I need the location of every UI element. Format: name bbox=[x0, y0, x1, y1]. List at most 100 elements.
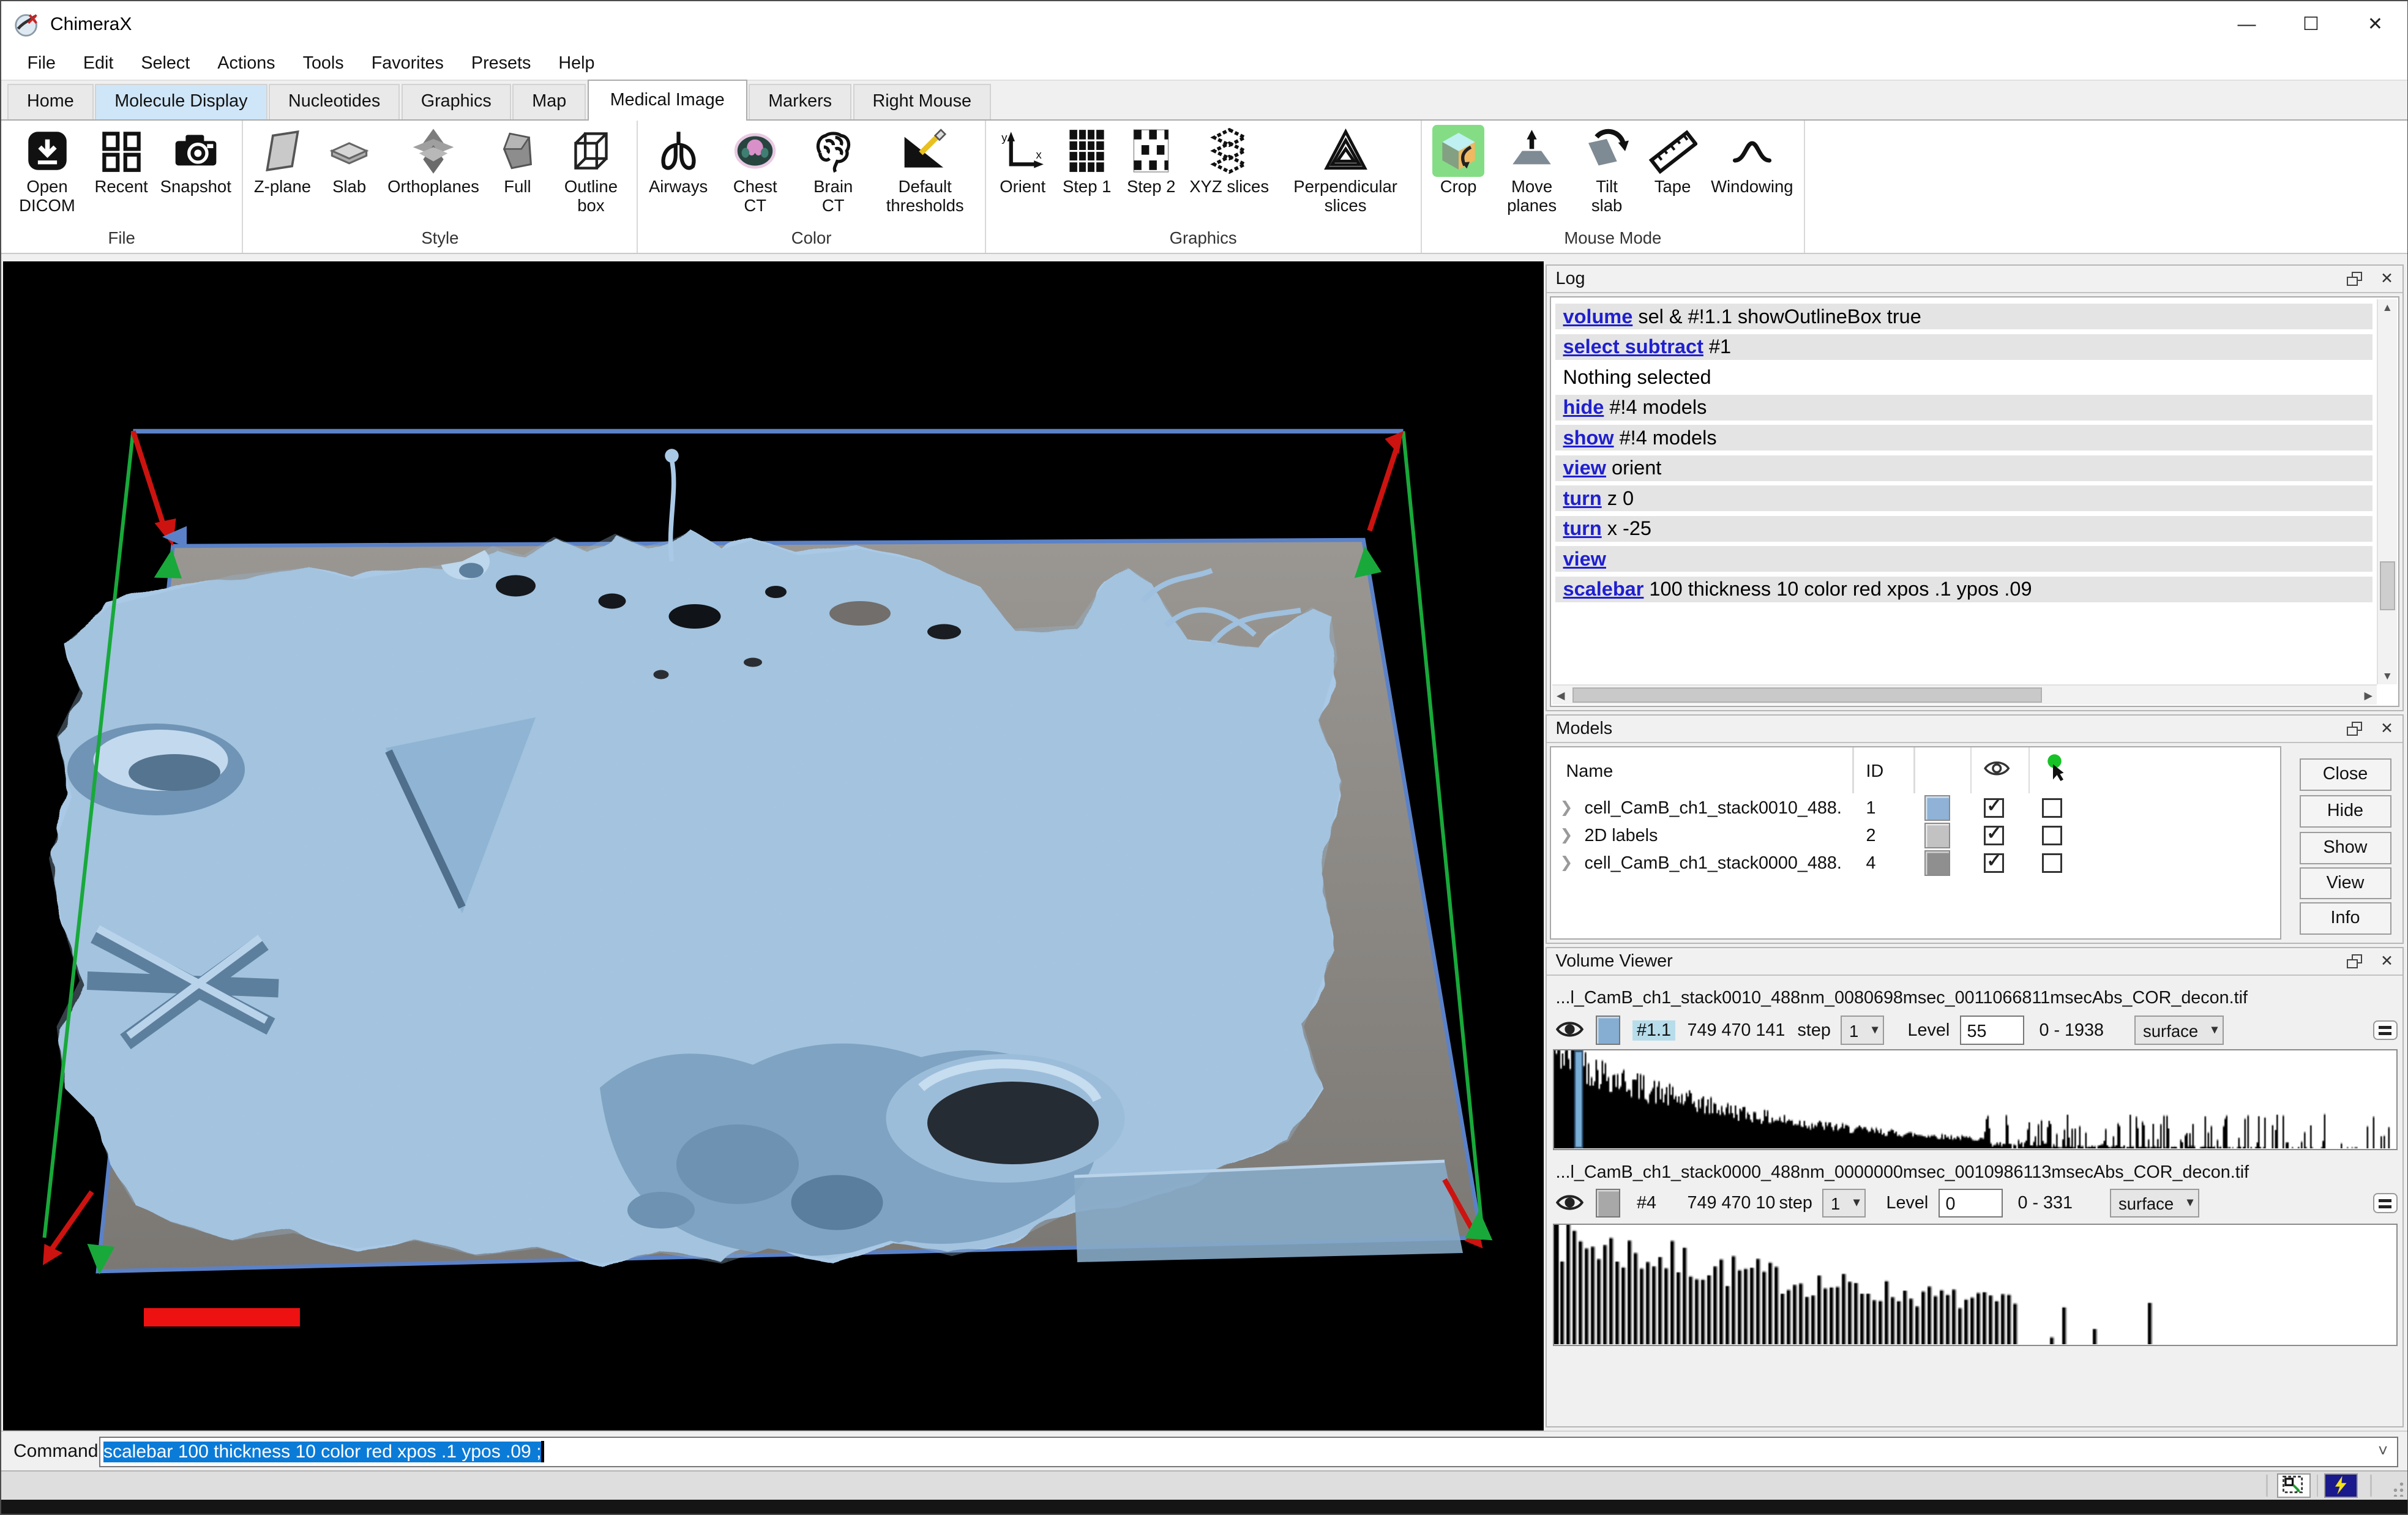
histogram-volume-1[interactable] bbox=[1553, 1049, 2398, 1150]
move-planes-button[interactable]: Move planes bbox=[1492, 124, 1572, 217]
scrollbar-thumb[interactable] bbox=[1572, 687, 2043, 703]
menu-tools[interactable]: Tools bbox=[289, 53, 357, 73]
models-close-button[interactable]: Close bbox=[2300, 758, 2391, 791]
snapshot-button[interactable]: Snapshot bbox=[155, 124, 236, 198]
model-shown-checkbox[interactable] bbox=[1984, 826, 2004, 846]
close-panel-icon[interactable]: ✕ bbox=[2380, 721, 2393, 736]
close-panel-icon[interactable]: ✕ bbox=[2380, 271, 2393, 286]
models-info-button[interactable]: Info bbox=[2300, 902, 2391, 935]
z-plane-button[interactable]: Z-plane bbox=[249, 124, 315, 198]
float-panel-icon[interactable] bbox=[2347, 722, 2362, 736]
outline-box-button[interactable]: Outline box bbox=[551, 124, 630, 217]
log-panel-titlebar[interactable]: Log ✕ bbox=[1547, 266, 2403, 293]
log-command-link[interactable]: turn bbox=[1563, 517, 1602, 539]
airways-button[interactable]: Airways bbox=[644, 124, 712, 198]
windowing-button[interactable]: Windowing bbox=[1707, 124, 1798, 198]
volume-viewer-titlebar[interactable]: Volume Viewer ✕ bbox=[1547, 948, 2403, 976]
menu-edit[interactable]: Edit bbox=[69, 53, 127, 73]
style-select[interactable]: surface bbox=[2110, 1189, 2200, 1218]
brain-ct-button[interactable]: Brain CT bbox=[798, 124, 869, 217]
command-history-chevron-icon[interactable]: ˅ bbox=[2378, 1441, 2388, 1461]
models-hide-button[interactable]: Hide bbox=[2300, 795, 2391, 828]
model-shown-checkbox[interactable] bbox=[1984, 853, 2004, 873]
model-color-swatch[interactable] bbox=[1924, 850, 1951, 877]
menu-presets[interactable]: Presets bbox=[457, 53, 544, 73]
model-row[interactable]: ❯ cell_CamB_ch1_stack0000_488... 4 bbox=[1551, 850, 2280, 878]
scroll-left-icon[interactable]: ◀ bbox=[1552, 686, 1569, 705]
slab-button[interactable]: Slab bbox=[319, 124, 380, 198]
model-select-checkbox[interactable] bbox=[2042, 826, 2062, 846]
recent-button[interactable]: Recent bbox=[90, 124, 152, 198]
volume-shown-eye-icon[interactable] bbox=[1556, 1019, 1584, 1040]
step-1-button[interactable]: Step 1 bbox=[1056, 124, 1118, 198]
model-select-checkbox[interactable] bbox=[2042, 798, 2062, 818]
tab-graphics[interactable]: Graphics bbox=[402, 84, 511, 119]
log-command-link[interactable]: view bbox=[1563, 457, 1606, 479]
volume-color-swatch[interactable] bbox=[1596, 1016, 1620, 1045]
maximize-button[interactable]: ☐ bbox=[2279, 1, 2343, 47]
model-select-checkbox[interactable] bbox=[2042, 853, 2062, 873]
menu-help[interactable]: Help bbox=[545, 53, 608, 73]
tab-molecule-display[interactable]: Molecule Display bbox=[95, 84, 267, 119]
volume-id-badge[interactable]: #4 bbox=[1632, 1193, 1661, 1213]
log-command-link[interactable]: hide bbox=[1563, 396, 1604, 418]
log-command-link[interactable]: view bbox=[1563, 548, 1606, 570]
model-row[interactable]: ❯ cell_CamB_ch1_stack0010_488... 1 bbox=[1551, 795, 2280, 823]
menu-select[interactable]: Select bbox=[127, 53, 204, 73]
log-command-link[interactable]: turn bbox=[1563, 487, 1602, 509]
close-panel-icon[interactable]: ✕ bbox=[2380, 954, 2393, 969]
step-select[interactable]: 1 bbox=[1822, 1189, 1866, 1218]
float-panel-icon[interactable] bbox=[2347, 272, 2362, 286]
log-command-link[interactable]: select subtract bbox=[1563, 335, 1703, 357]
volume-row-menu-button[interactable] bbox=[2373, 1193, 2398, 1213]
open-dicom-button[interactable]: Open DICOM bbox=[7, 124, 87, 217]
tape-button[interactable]: Tape bbox=[1642, 124, 1703, 198]
histogram-volume-2[interactable] bbox=[1553, 1224, 2398, 1346]
level-input[interactable]: 0 bbox=[1939, 1189, 2003, 1218]
model-shown-checkbox[interactable] bbox=[1984, 798, 2004, 818]
style-select[interactable]: surface bbox=[2134, 1016, 2224, 1045]
minimize-button[interactable]: — bbox=[2215, 1, 2279, 47]
expand-chevron-icon[interactable]: ❯ bbox=[1560, 853, 1573, 872]
expand-chevron-icon[interactable]: ❯ bbox=[1560, 826, 1573, 844]
fast-rendering-button[interactable] bbox=[2324, 1473, 2358, 1498]
log-vertical-scrollbar[interactable]: ▲ ▼ bbox=[2377, 299, 2397, 685]
perpendicular-slices-button[interactable]: Perpendicular slices bbox=[1277, 124, 1415, 217]
log-command-link[interactable]: scalebar bbox=[1563, 578, 1644, 600]
resize-grip[interactable] bbox=[2391, 1483, 2405, 1497]
tab-home[interactable]: Home bbox=[7, 84, 94, 119]
tab-nucleotides[interactable]: Nucleotides bbox=[269, 84, 400, 119]
models-view-button[interactable]: View bbox=[2300, 867, 2391, 900]
close-button[interactable]: ✕ bbox=[2343, 1, 2407, 47]
model-color-swatch[interactable] bbox=[1924, 823, 1951, 849]
scroll-right-icon[interactable]: ▶ bbox=[2360, 686, 2377, 705]
xyz-slices-button[interactable]: XYZ slices bbox=[1185, 124, 1274, 198]
model-row[interactable]: ❯ 2D labels 2 bbox=[1551, 823, 2280, 850]
float-panel-icon[interactable] bbox=[2347, 954, 2362, 968]
chest-ct-button[interactable]: Chest CT bbox=[716, 124, 795, 217]
model-color-swatch[interactable] bbox=[1924, 795, 1951, 821]
tab-markers[interactable]: Markers bbox=[749, 84, 851, 119]
expand-chevron-icon[interactable]: ❯ bbox=[1560, 798, 1573, 817]
models-show-button[interactable]: Show bbox=[2300, 832, 2391, 864]
scroll-up-icon[interactable]: ▲ bbox=[2378, 299, 2397, 316]
step-select[interactable]: 1 bbox=[1841, 1016, 1885, 1045]
scrollbar-thumb[interactable] bbox=[2380, 561, 2396, 610]
volume-id-badge[interactable]: #1.1 bbox=[1632, 1020, 1676, 1041]
crop-button[interactable]: Crop bbox=[1428, 124, 1489, 198]
menu-file[interactable]: File bbox=[13, 53, 69, 73]
rectangle-select-mode-button[interactable] bbox=[2277, 1473, 2311, 1498]
log-command-link[interactable]: show bbox=[1563, 427, 1614, 449]
models-panel-titlebar[interactable]: Models ✕ bbox=[1547, 716, 2403, 743]
tilt-slab-button[interactable]: Tilt slab bbox=[1575, 124, 1639, 217]
menu-favorites[interactable]: Favorites bbox=[357, 53, 457, 73]
level-input[interactable]: 55 bbox=[1960, 1016, 2024, 1045]
graphics-viewport[interactable] bbox=[3, 261, 1544, 1431]
default-thresholds-button[interactable]: Default thresholds bbox=[872, 124, 979, 217]
orient-button[interactable]: yx Orient bbox=[992, 124, 1053, 198]
tab-medical-image[interactable]: Medical Image bbox=[588, 80, 747, 121]
log-content[interactable]: volume sel & #!1.1 showOutlineBox true s… bbox=[1550, 296, 2400, 707]
volume-shown-eye-icon[interactable] bbox=[1556, 1192, 1584, 1213]
menu-actions[interactable]: Actions bbox=[204, 53, 289, 73]
volume-color-swatch[interactable] bbox=[1596, 1189, 1620, 1218]
